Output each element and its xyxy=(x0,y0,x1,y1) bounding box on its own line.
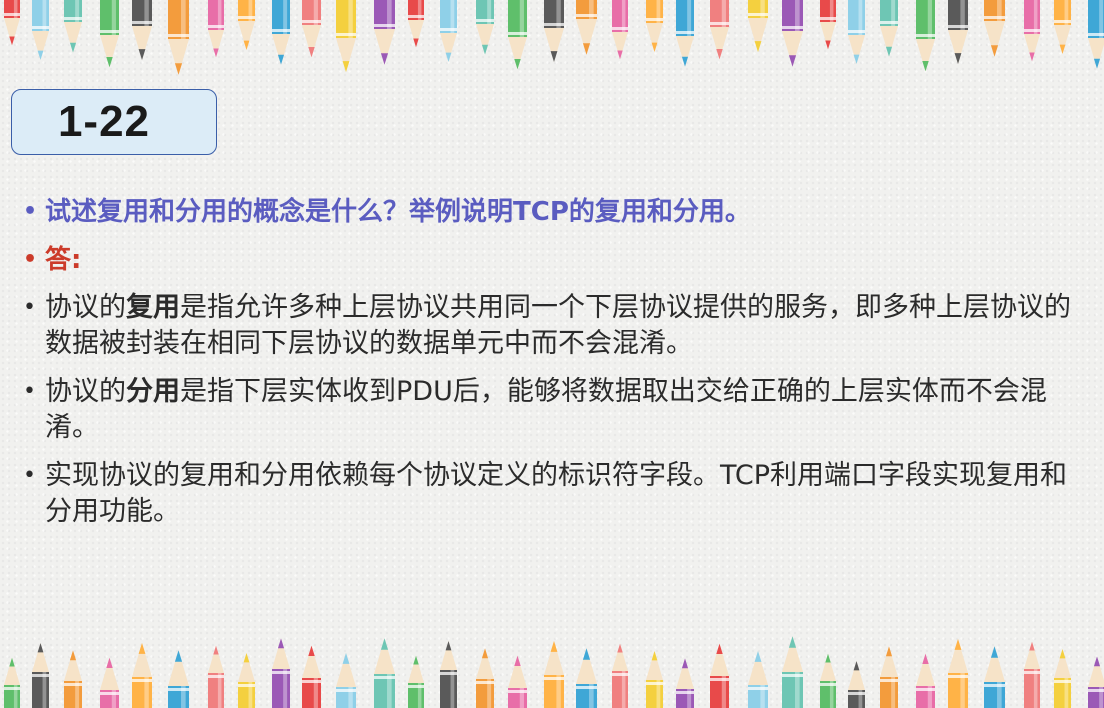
pencil-icon xyxy=(612,643,628,708)
pencils-top-icon xyxy=(4,0,1104,75)
point-rest: 是指允许多种上层协议共用同一个下层协议提供的服务，即多种上层协议的数据被封装在相… xyxy=(45,292,1071,359)
pencil-icon xyxy=(576,0,597,55)
bullet-dot: • xyxy=(23,247,38,272)
pencil-icon xyxy=(710,643,729,708)
point-multiplexing: • 协议的复用是指允许多种上层协议共用同一个下层协议提供的服务，即多种上层协议的… xyxy=(18,290,1088,362)
pencil-icon xyxy=(820,653,836,708)
pencil-icon xyxy=(710,0,729,60)
point-demultiplexing: • 协议的分用是指下层实体收到PDU后，能够将数据取出交给正确的上层实体而不会混… xyxy=(18,374,1088,446)
pencil-icon xyxy=(476,0,494,55)
pencil-icon xyxy=(576,648,597,708)
question-text: 试述复用和分用的概念是什么？举例说明TCP的复用和分用。 xyxy=(45,197,751,227)
point-rest: 是指下层实体收到PDU后，能够将数据取出交给正确的上层实体而不会混淆。 xyxy=(45,376,1047,443)
pencil-icon xyxy=(984,646,1005,708)
pencil-icon xyxy=(100,0,119,68)
pencil-icon xyxy=(302,645,321,708)
pencil-icon xyxy=(476,648,494,708)
pencil-icon xyxy=(916,0,935,72)
pencil-icon xyxy=(336,653,356,708)
pencil-icon xyxy=(132,643,152,708)
answer-label: 答: xyxy=(45,245,82,275)
pencil-icon xyxy=(374,0,395,65)
point-prefix: 协议的 xyxy=(45,376,126,407)
pencil-icon xyxy=(880,646,898,708)
pencil-icon xyxy=(508,655,527,708)
pencil-icon xyxy=(848,0,865,64)
pencil-icon xyxy=(440,0,457,62)
pencil-icon xyxy=(168,0,189,75)
pencil-icon xyxy=(1024,641,1040,708)
slide-number-box: 1-22 xyxy=(11,89,217,155)
pencil-icon xyxy=(208,0,224,58)
slide-number: 1-22 xyxy=(57,97,151,146)
pencil-icon xyxy=(782,636,803,708)
pencil-icon xyxy=(948,639,968,708)
question-bullet: • 试述复用和分用的概念是什么？举例说明TCP的复用和分用。 xyxy=(18,194,1088,230)
pencil-icon xyxy=(272,0,290,65)
pencil-icon xyxy=(32,0,49,60)
bullet-dot: • xyxy=(23,463,36,488)
pencil-icon xyxy=(408,0,424,48)
pencil-icon xyxy=(676,0,694,67)
pencil-icon xyxy=(748,651,768,708)
pencil-icon xyxy=(302,0,321,58)
pencil-icon xyxy=(132,0,152,60)
pencil-icon xyxy=(916,653,935,708)
pencil-icon xyxy=(646,0,663,52)
pencil-icon xyxy=(748,0,768,52)
bullet-dot: • xyxy=(23,295,36,320)
point-text: 实现协议的复用和分用依赖每个协议定义的标识符字段。TCP利用端口字段实现复用和分… xyxy=(45,460,1068,527)
pencils-bottom-icon xyxy=(4,636,1104,708)
pencil-icon xyxy=(336,0,356,72)
answer-label-bullet: • 答: xyxy=(18,242,1088,278)
pencil-icon xyxy=(612,0,628,60)
bullet-dot: • xyxy=(23,199,38,224)
pencil-icon xyxy=(4,657,20,708)
pencil-icon xyxy=(272,638,290,708)
pencil-icon xyxy=(646,651,663,708)
pencil-icon xyxy=(676,658,694,708)
pencil-icon xyxy=(374,638,395,708)
pencil-icon xyxy=(64,0,82,53)
pencil-icon xyxy=(64,650,82,708)
pencil-icon xyxy=(880,0,898,57)
pencil-icon xyxy=(544,0,564,62)
point-keyword: 复用 xyxy=(126,292,180,323)
pencil-icon xyxy=(168,650,189,708)
pencil-icon xyxy=(820,0,836,50)
point-keyword: 分用 xyxy=(126,376,180,407)
pencil-icon xyxy=(782,0,803,67)
pencil-icon xyxy=(508,0,527,70)
pencil-icon xyxy=(1088,656,1104,708)
pencil-icon xyxy=(1054,649,1071,708)
pencil-icon xyxy=(984,0,1005,57)
pencil-icon xyxy=(1054,0,1071,54)
pencil-icon xyxy=(1088,0,1104,69)
point-prefix: 协议的 xyxy=(45,292,126,323)
pencil-icon xyxy=(440,641,457,708)
pencil-icon xyxy=(408,655,424,708)
pencil-icon xyxy=(100,657,119,708)
top-pencil-border xyxy=(0,0,1104,80)
pencil-icon xyxy=(208,645,224,708)
point-tcp-ports: • 实现协议的复用和分用依赖每个协议定义的标识符字段。TCP利用端口字段实现复用… xyxy=(18,458,1088,530)
bullet-dot: • xyxy=(23,379,36,404)
pencil-icon xyxy=(544,641,564,708)
pencil-icon xyxy=(32,643,49,708)
pencil-icon xyxy=(238,653,255,708)
slide-content: • 试述复用和分用的概念是什么？举例说明TCP的复用和分用。 • 答: • 协议… xyxy=(18,194,1088,542)
pencil-icon xyxy=(848,661,865,708)
pencil-icon xyxy=(948,0,968,64)
bottom-pencil-border xyxy=(0,628,1104,708)
pencil-icon xyxy=(4,0,20,46)
pencil-icon xyxy=(238,0,255,50)
pencil-icon xyxy=(1024,0,1040,62)
